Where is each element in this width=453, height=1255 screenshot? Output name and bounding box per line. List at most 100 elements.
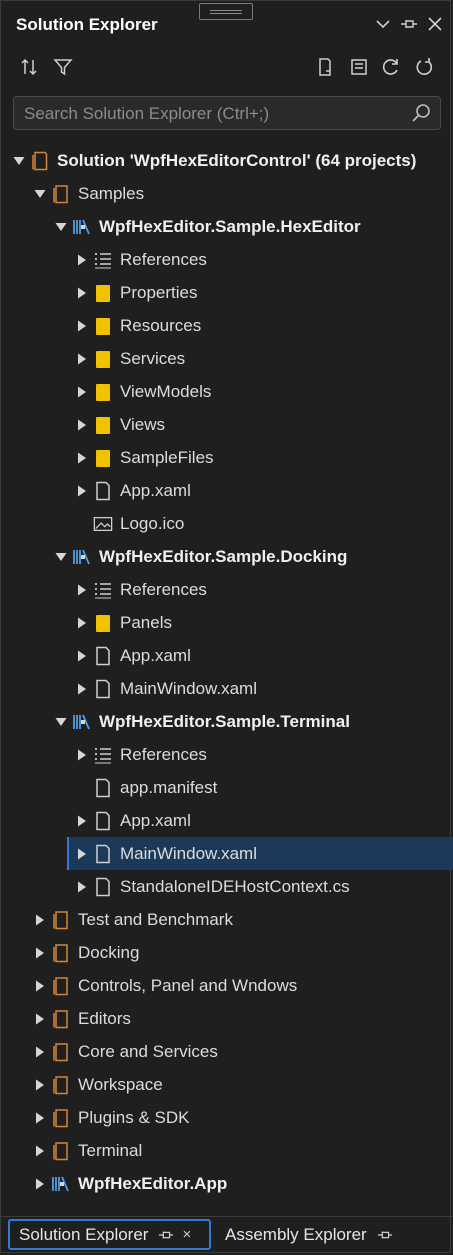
tree-item[interactable]: Terminal [0,1134,453,1167]
collapsed-arrow-icon[interactable] [75,880,89,894]
tree-item[interactable]: App.xaml [0,804,453,837]
collapsed-arrow-icon[interactable] [75,451,89,465]
collapsed-arrow-icon[interactable] [75,682,89,696]
collapse-all-icon[interactable] [346,54,372,80]
tree-item-label: Terminal [78,1140,143,1160]
tree-item[interactable]: Samples [0,177,453,210]
refresh-icon[interactable] [378,54,404,80]
project-icon [51,1174,71,1194]
collapsed-arrow-icon[interactable] [33,1045,47,1059]
tree-item[interactable]: ViewModels [0,375,453,408]
project-icon [72,547,92,567]
file-icon [93,679,113,699]
collapsed-arrow-icon[interactable] [75,352,89,366]
tree-item[interactable]: Workspace [0,1068,453,1101]
expanded-arrow-icon[interactable] [54,715,68,729]
tree-item[interactable]: app.manifest [0,771,453,804]
chevron-down-icon[interactable] [373,13,393,35]
collapsed-arrow-icon[interactable] [75,847,89,861]
tree-item[interactable]: Core and Services [0,1035,453,1068]
collapsed-arrow-icon[interactable] [33,1078,47,1092]
expanded-arrow-icon[interactable] [54,220,68,234]
expanded-arrow-icon[interactable] [12,154,26,168]
filter-icon[interactable] [50,54,76,80]
tree-item[interactable]: Properties [0,276,453,309]
collapsed-arrow-icon[interactable] [75,616,89,630]
tree-item-label: App.xaml [120,810,191,830]
tree-item[interactable]: WpfHexEditor.Sample.HexEditor [0,210,453,243]
expanded-arrow-icon[interactable] [33,187,47,201]
pin-icon[interactable] [399,13,419,35]
collapsed-arrow-icon[interactable] [75,484,89,498]
folder-icon [93,382,113,402]
tab-solution-explorer[interactable]: Solution Explorer × [8,1219,211,1250]
title-buttons [373,13,445,35]
tree-item[interactable]: References [0,738,453,771]
pin-icon[interactable] [158,1227,174,1243]
reload-icon[interactable] [411,54,437,80]
tree-item[interactable]: References [0,573,453,606]
tab-label: Solution Explorer [19,1224,149,1244]
tree-item[interactable]: App.xaml [0,639,453,672]
tree-item[interactable]: Views [0,408,453,441]
collapsed-arrow-icon[interactable] [75,319,89,333]
tree-item[interactable]: MainWindow.xaml [0,837,453,870]
tree-item-label: ViewModels [120,381,212,401]
expanded-arrow-icon[interactable] [54,550,68,564]
tree-item[interactable]: Editors [0,1002,453,1035]
tree-item[interactable]: Panels [0,606,453,639]
collapsed-arrow-icon[interactable] [75,649,89,663]
tree-item-label: StandaloneIDEHostContext.cs [120,876,350,896]
solution-folder-icon [51,976,71,996]
properties-page-icon[interactable] [312,54,338,80]
collapsed-arrow-icon[interactable] [75,385,89,399]
folder-icon [93,448,113,468]
close-icon[interactable] [425,13,445,35]
tree-item[interactable]: WpfHexEditor.App [0,1167,453,1200]
pin-icon[interactable] [377,1227,393,1243]
tree-item-label: Samples [78,183,145,203]
collapsed-arrow-icon[interactable] [33,1144,47,1158]
file-icon [93,778,113,798]
tree-item[interactable]: Plugins & SDK [0,1101,453,1134]
tree-item[interactable]: App.xaml [0,474,453,507]
search-box [13,96,441,130]
tree-item-label: Plugins & SDK [78,1107,190,1127]
tree-item[interactable]: Services [0,342,453,375]
collapsed-arrow-icon[interactable] [33,1012,47,1026]
collapsed-arrow-icon[interactable] [75,253,89,267]
search-icon[interactable] [410,102,432,124]
tree-item[interactable]: Resources [0,309,453,342]
collapsed-arrow-icon[interactable] [75,286,89,300]
tree-item[interactable]: Solution 'WpfHexEditorControl' (64 proje… [0,144,453,177]
solution-icon [30,151,50,171]
tree-item[interactable]: WpfHexEditor.Sample.Terminal [0,705,453,738]
tree-item[interactable]: Docking [0,936,453,969]
collapsed-arrow-icon[interactable] [33,979,47,993]
sync-arrows-icon[interactable] [16,54,42,80]
collapsed-arrow-icon[interactable] [75,583,89,597]
tab-assembly-explorer[interactable]: Assembly Explorer [216,1219,402,1250]
tree-item[interactable]: StandaloneIDEHostContext.cs [0,870,453,903]
tree-item[interactable]: Logo.ico [0,507,453,540]
tree-item-label: References [120,744,207,764]
tree-item[interactable]: WpfHexEditor.Sample.Docking [0,540,453,573]
project-icon [72,712,92,732]
collapsed-arrow-icon[interactable] [33,1177,47,1191]
search-input[interactable] [22,101,406,127]
collapsed-arrow-icon[interactable] [75,814,89,828]
tree-item[interactable]: MainWindow.xaml [0,672,453,705]
close-icon[interactable]: × [182,1226,191,1243]
collapsed-arrow-icon[interactable] [33,913,47,927]
solution-folder-icon [51,1141,71,1161]
collapsed-arrow-icon[interactable] [75,748,89,762]
drag-grip-handle[interactable] [199,3,253,20]
collapsed-arrow-icon[interactable] [75,418,89,432]
tree-item[interactable]: SampleFiles [0,441,453,474]
collapsed-arrow-icon[interactable] [33,946,47,960]
tree-item[interactable]: References [0,243,453,276]
collapsed-arrow-icon[interactable] [33,1111,47,1125]
tree-item[interactable]: Controls, Panel and Wndows [0,969,453,1002]
tree-item[interactable]: Test and Benchmark [0,903,453,936]
tab-label: Assembly Explorer [225,1224,367,1244]
